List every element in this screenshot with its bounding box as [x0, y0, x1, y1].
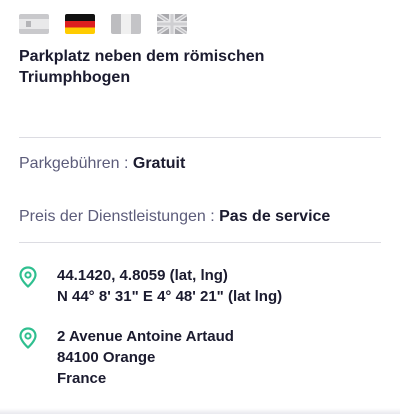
coordinates-text[interactable]: 44.1420, 4.8059 (lat, lng) N 44° 8' 31" …	[57, 265, 282, 307]
location-pin-icon	[19, 327, 37, 349]
parking-fees-separator: :	[123, 155, 129, 172]
coordinates-row: 44.1420, 4.8059 (lat, lng) N 44° 8' 31" …	[19, 265, 282, 307]
language-selector	[19, 14, 187, 34]
divider	[19, 242, 381, 243]
address-row: 2 Avenue Antoine Artaud 84100 Orange Fra…	[19, 326, 234, 389]
service-price-value: Pas de service	[219, 208, 331, 225]
place-title: Parkplatz neben dem römischen Triumphbog…	[19, 48, 265, 86]
divider	[19, 137, 381, 138]
coordinates-decimal: 44.1420, 4.8059 (lat, lng)	[57, 267, 228, 284]
flag-italy-icon[interactable]	[111, 14, 141, 34]
service-price-row: Preis der Dienstleistungen : Pas de serv…	[19, 207, 330, 227]
address-street: 2 Avenue Antoine Artaud	[57, 328, 234, 345]
flag-uk-icon[interactable]	[157, 14, 187, 34]
parking-fees-row: Parkgebühren : Gratuit	[19, 154, 185, 174]
coordinates-dms: N 44° 8' 31" E 4° 48' 21" (lat lng)	[57, 288, 283, 305]
service-price-label: Preis der Dienstleistungen	[19, 208, 206, 225]
address-city: 84100 Orange	[57, 349, 156, 366]
bottom-edge	[0, 408, 400, 414]
location-pin-icon	[19, 266, 37, 288]
service-price-separator: :	[210, 208, 215, 225]
flag-germany-icon[interactable]	[65, 14, 95, 34]
address-text[interactable]: 2 Avenue Antoine Artaud 84100 Orange Fra…	[57, 326, 234, 389]
flag-spain-icon[interactable]	[19, 14, 49, 34]
parking-fees-value: Gratuit	[132, 155, 186, 172]
address-country: France	[57, 370, 107, 387]
parking-fees-label: Parkgebühren	[19, 155, 120, 172]
